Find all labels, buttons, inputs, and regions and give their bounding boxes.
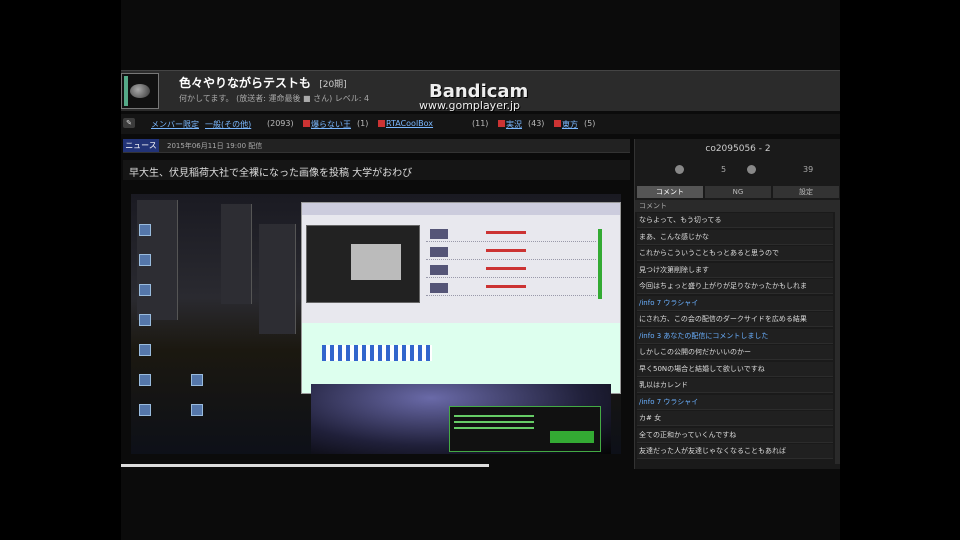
app-menubar <box>302 203 620 215</box>
tag-icon: ✎ <box>123 118 135 128</box>
tab-ng[interactable]: NG <box>705 186 771 198</box>
comment-row[interactable]: /info 7 ウラシャイ <box>637 295 833 311</box>
broadcaster-thumbnail[interactable] <box>121 73 159 109</box>
app-preview-pane <box>306 225 420 303</box>
community-tag-bar: ✎ メンバー限定 一般(その他) (2093) 爆らない王 (1) RTACoolBox (… <box>121 114 840 134</box>
member-only-icon <box>378 120 385 127</box>
broadcast-title-badge: [20期] <box>319 80 347 90</box>
community-tag-count: (11) <box>472 119 489 128</box>
comment-scrollbar[interactable] <box>835 200 840 464</box>
app-list-row <box>426 281 596 296</box>
community-tag-count: (1) <box>357 119 369 128</box>
news-bar: ニュース 2015年06月11日 19:00 配信 <box>123 139 630 153</box>
comment-row[interactable]: 見つけ次第削除します <box>637 262 833 278</box>
comment-row[interactable]: にされ方、この会の配信のダークサイドを広める結果 <box>637 312 833 327</box>
comment-row[interactable]: 乳以はカレンド <box>637 378 833 393</box>
tab-settings[interactable]: 設定 <box>773 186 839 198</box>
scenery-building <box>221 204 252 304</box>
comment-row[interactable]: 友達だった人が友達じゃなくなることもあれば <box>637 444 833 459</box>
member-only-icon <box>303 120 310 127</box>
comment-row[interactable]: 早く50Nの場合と結婚して欲しいですね <box>637 361 833 377</box>
comment-panel: co2095056 - 2 5 39 コメント NG 設定 コメント ならよって… <box>634 139 840 469</box>
broadcast-title-text: 色々やりながらテストも <box>179 76 312 90</box>
comments-icon <box>747 165 756 174</box>
member-only-icon <box>554 120 561 127</box>
streaming-software-window <box>301 202 621 394</box>
comment-row[interactable]: 今回はちょっと盛り上がりが足りなかったかもしれま <box>637 279 833 294</box>
desktop-app-icon <box>191 374 203 386</box>
community-tag-link[interactable]: 実況 <box>506 119 522 130</box>
news-headline[interactable]: 早大生、伏見稲荷大社で全裸になった画像を投稿 大学がおわび <box>123 160 630 180</box>
app-list-row <box>426 263 596 278</box>
comment-row[interactable]: これからこういうこともっとあると思うので <box>637 246 833 261</box>
broadcast-header: 色々やりながらテストも [20期] 何かしてます。 (放送者: 運命最後 ■ さ… <box>121 70 840 112</box>
desktop-app-icon <box>139 284 151 296</box>
comment-row[interactable]: /info 7 ウラシャイ <box>637 394 833 410</box>
app-list-row <box>426 245 596 260</box>
video-player[interactable] <box>131 194 621 454</box>
desktop-app-icon <box>139 344 151 356</box>
community-tag-link[interactable]: RTACoolBox <box>386 119 433 128</box>
tab-comments[interactable]: コメント <box>637 186 703 198</box>
community-tag-link[interactable]: 東方 <box>562 119 578 130</box>
community-tag-link[interactable]: メンバー限定 <box>151 119 199 130</box>
desktop-app-icon <box>139 314 151 326</box>
community-tag-count: (5) <box>584 119 596 128</box>
comment-row[interactable]: ならよって、もう切ってる <box>637 213 833 228</box>
viewer-stats: 5 39 <box>635 164 840 180</box>
comment-list: ならよって、もう切ってる まあ、こんな感じかな これからこういうこともっとあると思う… <box>635 213 835 463</box>
comment-row[interactable]: カ# 女 <box>637 411 833 426</box>
news-date: 2015年06月11日 19:00 配信 <box>167 142 263 150</box>
news-badge: ニュース <box>123 139 159 152</box>
player-window: 色々やりながらテストも [20期] 何かしてます。 (放送者: 運命最後 ■ さ… <box>121 0 840 540</box>
comment-row[interactable]: しかしこの公開の何だかいいのかー <box>637 345 833 360</box>
desktop-app-icon <box>139 404 151 416</box>
comment-row[interactable]: 全ての正和かっていくんですね <box>637 427 833 443</box>
app-list-row <box>426 227 596 242</box>
broadcast-subtitle: 何かしてます。 (放送者: 運命最後 ■ さん) レベル: 4 <box>179 94 370 103</box>
community-tag-count: (43) <box>528 119 545 128</box>
gomplayer-watermark: www.gomplayer.jp <box>419 99 521 112</box>
desktop-app-icon <box>191 404 203 416</box>
community-id: co2095056 - 2 <box>705 144 771 154</box>
desktop-app-icon <box>139 224 151 236</box>
encoder-stats-overlay <box>449 406 601 452</box>
stream-desktop-capture <box>131 194 621 454</box>
community-tag-link[interactable]: 爆らない王 <box>311 119 351 130</box>
comment-column-header: コメント <box>635 200 840 212</box>
comment-count: 39 <box>803 165 814 174</box>
comment-column-label: コメント <box>639 202 667 210</box>
video-progress-bar[interactable] <box>121 464 489 467</box>
app-lower-panel <box>302 323 620 393</box>
news-headline-text: 早大生、伏見稲荷大社で全裸になった画像を投稿 大学がおわび <box>129 168 413 179</box>
community-tag-link[interactable]: 一般(その他) <box>205 119 251 130</box>
broadcast-title: 色々やりながらテストも [20期] <box>179 74 347 91</box>
comment-row[interactable]: /info 3 あなたの配信にコメントしました <box>637 328 833 344</box>
desktop-app-icon <box>139 374 151 386</box>
viewers-icon <box>675 165 684 174</box>
comment-row[interactable]: まあ、こんな感じかな <box>637 229 833 245</box>
panel-tabs: コメント NG 設定 <box>635 186 840 198</box>
member-only-icon <box>498 120 505 127</box>
community-tag-count: (2093) <box>267 119 294 128</box>
viewer-count: 5 <box>721 165 727 174</box>
app-level-meter <box>598 229 602 299</box>
scenery-building <box>259 224 296 334</box>
desktop-app-icon <box>139 254 151 266</box>
